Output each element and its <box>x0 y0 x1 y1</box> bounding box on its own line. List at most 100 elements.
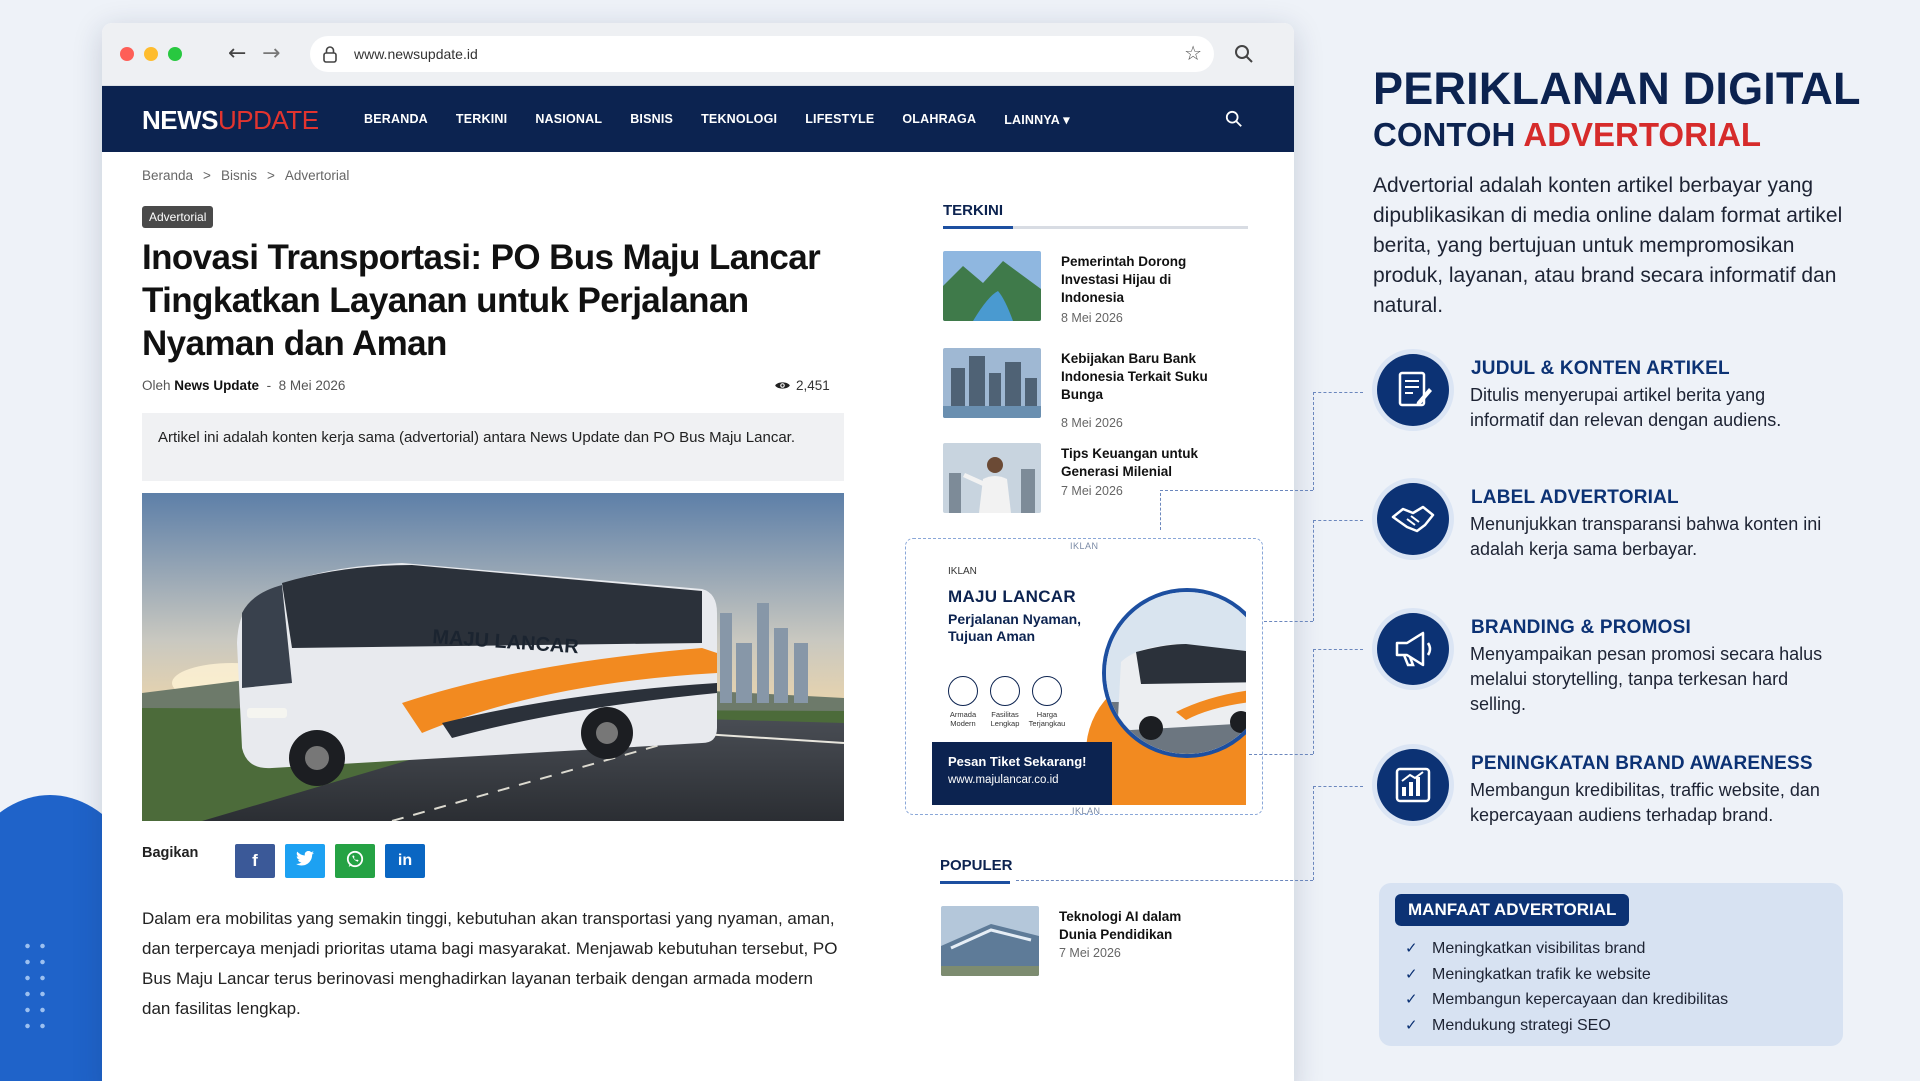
thumbnail-building-image <box>941 906 1039 976</box>
connector-line <box>1313 520 1314 621</box>
wifi-icon <box>990 676 1020 706</box>
ad-cta-text: Pesan Tiket Sekarang! <box>948 754 1087 769</box>
connector-line <box>1160 490 1313 491</box>
article-date: 8 Mei 2026 <box>278 378 346 393</box>
popular-item[interactable]: Teknologi AI dalam Dunia Pendidikan 7 Me… <box>941 906 1241 978</box>
latest-item-title: Tips Keuangan untuk Generasi Milenial <box>1061 446 1199 479</box>
facebook-share-button[interactable]: f <box>235 844 275 878</box>
feature-title: BRANDING & PROMOSI <box>1471 617 1691 638</box>
checkmark-icon: ✓ <box>1405 1015 1418 1034</box>
benefit-item: ✓ Membangun kepercayaan dan kredibilitas <box>1405 987 1728 1013</box>
infographic-title: PERIKLANAN DIGITAL <box>1373 63 1861 114</box>
popular-item-title: Teknologi AI dalam Dunia Pendidikan <box>1059 909 1182 942</box>
eye-icon <box>775 382 790 389</box>
benefit-text: Membangun kepercayaan dan kredibilitas <box>1432 991 1729 1008</box>
share-label: Bagikan <box>142 845 199 861</box>
whatsapp-icon <box>346 850 364 873</box>
article-author[interactable]: News Update <box>174 378 259 393</box>
breadcrumb-separator: > <box>203 168 211 183</box>
benefits-list: ✓ Meningkatkan visibilitas brand ✓ Meningk… <box>1405 936 1728 1038</box>
connector-line <box>1313 392 1363 393</box>
feature-title: JUDUL & KONTEN ARTIKEL <box>1471 358 1730 379</box>
latest-item-date: 8 Mei 2026 <box>1061 416 1123 430</box>
ad-frame-label-top: IKLAN <box>1070 541 1099 551</box>
twitter-icon <box>296 850 314 871</box>
connector-line <box>1249 754 1313 755</box>
advertisement-banner[interactable]: IKLAN MAJU LANCAR Perjalanan Nyaman, Tuj… <box>932 552 1246 805</box>
connector-line <box>1313 786 1363 787</box>
feature-description: Ditulis menyerupai artikel berita yang i… <box>1470 385 1782 430</box>
subtitle-part1: CONTOH <box>1373 116 1516 153</box>
latest-underline <box>943 226 1248 229</box>
bus-front-icon <box>948 676 978 706</box>
benefit-item: ✓ Meningkatkan trafik ke website <box>1405 962 1728 988</box>
benefits-heading: MANFAAT ADVERTORIAL <box>1395 894 1630 926</box>
ad-website: www.majulancar.co.id <box>948 774 1059 786</box>
checkmark-icon: ✓ <box>1405 964 1418 983</box>
connector-line <box>1264 621 1313 622</box>
whatsapp-share-button[interactable] <box>335 844 375 878</box>
breadcrumb: Beranda > Bisnis > Advertorial <box>142 168 349 183</box>
ad-cta-panel[interactable]: Pesan Tiket Sekarang! www.majulancar.co.… <box>932 742 1112 805</box>
popular-heading: POPULER <box>940 857 1013 874</box>
byline-prefix: Oleh <box>142 378 171 393</box>
growth-chart-icon <box>1377 749 1449 821</box>
ad-tagline: Perjalanan Nyaman, Tujuan Aman <box>948 611 1082 644</box>
infographic-description: Advertorial adalah konten artikel berbay… <box>1373 174 1843 317</box>
ad-frame-label-bottom: IKLAN <box>1072 806 1101 816</box>
subtitle-part2: ADVERTORIAL <box>1523 116 1762 153</box>
latest-item-title: Kebijakan Baru Bank Indonesia Terkait Su… <box>1061 351 1208 402</box>
thumbnail-city-image <box>943 348 1041 418</box>
thumbnail-person-image <box>943 443 1041 513</box>
article-byline: Oleh News Update - 8 Mei 2026 <box>142 378 345 393</box>
checkmark-icon: ✓ <box>1405 939 1418 957</box>
byline-separator: - <box>266 378 272 393</box>
price-tag-icon <box>1032 676 1062 706</box>
advertorial-badge: Advertorial <box>142 206 214 228</box>
checkmark-icon: ✓ <box>1405 990 1418 1008</box>
connector-line <box>1313 786 1314 880</box>
benefit-text: Meningkatkan visibilitas brand <box>1432 940 1646 957</box>
ad-feature: Harga Terjangkau <box>1026 676 1068 728</box>
linkedin-icon: in <box>397 852 413 869</box>
linkedin-share-button[interactable]: in <box>385 844 425 878</box>
breadcrumb-beranda[interactable]: Beranda <box>142 168 193 183</box>
latest-heading: TERKINI <box>943 202 1003 219</box>
ad-caption: IKLAN <box>948 566 977 577</box>
latest-item[interactable]: Kebijakan Baru Bank Indonesia Terkait Su… <box>943 348 1243 430</box>
megaphone-icon <box>1377 613 1449 685</box>
breadcrumb-bisnis[interactable]: Bisnis <box>221 168 257 183</box>
document-edit-icon <box>1377 354 1449 426</box>
ad-feature-label: Armada Modern <box>949 710 977 728</box>
ad-brand: MAJU LANCAR <box>948 587 1076 606</box>
twitter-share-button[interactable] <box>285 844 325 878</box>
latest-item-date: 7 Mei 2026 <box>1061 484 1123 498</box>
benefits-box: MANFAAT ADVERTORIAL ✓ Meningkatkan visibi… <box>1379 883 1843 1046</box>
hero-bus-image: MAJU LANCAR <box>142 493 844 821</box>
popular-item-date: 7 Mei 2026 <box>1059 946 1121 960</box>
article-body: Dalam era mobilitas yang semakin tinggi,… <box>142 909 838 1018</box>
ad-feature: Fasilitas Lengkap <box>984 676 1026 728</box>
breadcrumb-advertorial[interactable]: Advertorial <box>285 168 350 183</box>
benefit-item: ✓ Mendukung strategi SEO <box>1405 1013 1728 1039</box>
latest-item[interactable]: Pemerintah Dorong Investasi Hijau di Ind… <box>943 251 1243 325</box>
feature-title: PENINGKATAN BRAND AWARENESS <box>1471 753 1813 774</box>
advertorial-disclaimer: Artikel ini adalah konten kerja sama (ad… <box>142 413 844 481</box>
article-title: Inovasi Transportasi: PO Bus Maju Lancar… <box>142 238 821 363</box>
ad-feature-label: Fasilitas Lengkap <box>990 710 1020 728</box>
connector-line <box>1313 649 1314 754</box>
ad-feature-label: Harga Terjangkau <box>1028 710 1066 728</box>
infographic-subtitle: CONTOH ADVERTORIAL <box>1373 116 1761 154</box>
ad-feature: Armada Modern <box>942 676 984 728</box>
view-count-value: 2,451 <box>796 378 830 393</box>
view-count: 2,451 <box>774 378 830 393</box>
facebook-icon: f <box>252 851 258 870</box>
latest-item-title: Pemerintah Dorong Investasi Hijau di Ind… <box>1061 254 1187 305</box>
latest-item[interactable]: Tips Keuangan untuk Generasi Milenial 7 … <box>943 443 1243 515</box>
feature-description: Menunjukkan transparansi bahwa konten in… <box>1470 514 1822 559</box>
popular-underline <box>940 881 1245 884</box>
benefit-item: ✓ Meningkatkan visibilitas brand <box>1405 936 1728 962</box>
connector-line <box>1016 880 1313 881</box>
handshake-icon <box>1377 483 1449 555</box>
connector-line <box>1313 649 1363 650</box>
